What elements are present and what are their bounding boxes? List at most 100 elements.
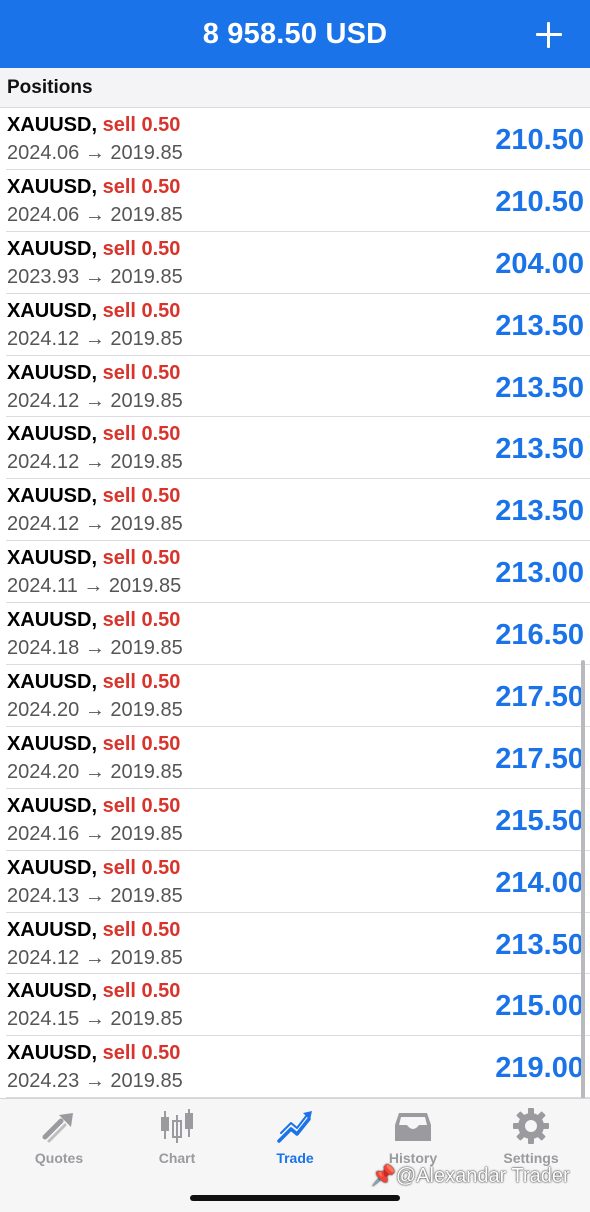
position-profit: 219.00 [495, 1052, 584, 1085]
position-prices: 2024.11 → 2019.85 [7, 575, 182, 598]
candlestick-chart-icon [161, 1109, 193, 1143]
position-side: sell 0.50 [102, 547, 181, 570]
position-side: sell 0.50 [102, 175, 181, 198]
positions-section-header: Positions [0, 68, 590, 108]
position-row[interactable]: XAUUSD, sell 0.50 2023.93 → 2019.85 204.00 [6, 232, 590, 294]
section-title: Positions [7, 76, 93, 98]
position-profit: 210.50 [495, 185, 584, 218]
position-row[interactable]: XAUUSD, sell 0.50 2024.06 → 2019.85 210.50 [6, 108, 590, 170]
position-symbol: XAUUSD, [7, 299, 98, 322]
position-title: XAUUSD, sell 0.50 [7, 733, 180, 755]
tab-label-quotes: Quotes [34, 1150, 84, 1166]
position-row[interactable]: XAUUSD, sell 0.50 2024.12 → 2019.85 213.50 [6, 417, 590, 480]
position-symbol: XAUUSD, [7, 485, 98, 508]
trade-icon [277, 1111, 312, 1143]
position-symbol: XAUUSD, [7, 732, 98, 755]
position-symbol: XAUUSD, [7, 794, 98, 817]
position-side: sell 0.50 [102, 361, 181, 384]
position-title: XAUUSD, sell 0.50 [7, 1042, 180, 1064]
position-side: sell 0.50 [102, 856, 181, 879]
position-profit: 213.00 [495, 557, 584, 590]
position-title: XAUUSD, sell 0.50 [7, 980, 180, 1002]
position-prices: 2024.06 → 2019.85 [7, 142, 183, 164]
position-row[interactable]: XAUUSD, sell 0.50 2024.20 → 2019.85 217.50 [6, 665, 590, 727]
position-symbol: XAUUSD, [7, 980, 98, 1003]
watermark: 📌@Alexandar Trader [371, 1165, 570, 1187]
position-title: XAUUSD, sell 0.50 [7, 362, 180, 384]
position-side: sell 0.50 [102, 237, 181, 260]
position-row[interactable]: XAUUSD, sell 0.50 2024.12 → 2019.85 213.50 [6, 479, 590, 542]
position-row[interactable]: XAUUSD, sell 0.50 2024.11 → 2019.85 213.00 [6, 541, 590, 604]
position-profit: 217.50 [495, 742, 584, 775]
position-row[interactable]: XAUUSD, sell 0.50 2024.16 → 2019.85 215.50 [6, 789, 590, 851]
position-row[interactable]: XAUUSD, sell 0.50 2024.06 → 2019.85 210.50 [6, 170, 590, 232]
tab-quotes[interactable]: Quotes [0, 1107, 118, 1171]
gear-icon [513, 1108, 549, 1144]
trade-screen: 8 958.50 USD Positions XAUUSD, sell 0.50… [0, 0, 590, 1212]
position-profit: 214.00 [495, 866, 584, 899]
position-title: XAUUSD, sell 0.50 [7, 114, 180, 136]
position-symbol: XAUUSD, [7, 609, 98, 632]
position-row[interactable]: XAUUSD, sell 0.50 2024.12 → 2019.85 213.50 [6, 356, 590, 418]
position-side: sell 0.50 [102, 671, 181, 694]
position-profit: 215.50 [495, 804, 584, 837]
position-profit: 217.50 [495, 681, 584, 714]
plus-icon[interactable] [536, 22, 562, 48]
position-side: sell 0.50 [102, 609, 181, 632]
quotes-icon [42, 1113, 73, 1143]
tab-chart[interactable]: Chart [118, 1107, 236, 1171]
position-side: sell 0.50 [102, 1042, 181, 1065]
position-profit: 213.50 [495, 433, 584, 466]
position-profit: 215.00 [495, 990, 584, 1023]
account-balance: 8 958.50 USD [202, 17, 388, 50]
tab-settings[interactable]: Settings [472, 1107, 590, 1171]
position-symbol: XAUUSD, [7, 671, 98, 694]
position-profit: 213.50 [495, 371, 584, 404]
position-prices: 2024.16 → 2019.85 [7, 822, 183, 845]
tab-trade[interactable]: Trade [236, 1107, 354, 1171]
position-symbol: XAUUSD, [7, 856, 98, 879]
position-symbol: XAUUSD, [7, 918, 98, 941]
position-row[interactable]: XAUUSD, sell 0.50 2024.12 → 2019.85 213.50 [6, 294, 590, 356]
tab-history[interactable]: History [354, 1107, 472, 1171]
position-prices: 2023.93 → 2019.85 [7, 265, 183, 288]
position-title: XAUUSD, sell 0.50 [7, 547, 180, 569]
position-side: sell 0.50 [102, 485, 181, 508]
position-prices: 2024.15 → 2019.85 [7, 1008, 183, 1031]
position-side: sell 0.50 [102, 794, 181, 817]
position-side: sell 0.50 [102, 299, 181, 322]
position-title: XAUUSD, sell 0.50 [7, 795, 180, 817]
position-side: sell 0.50 [102, 732, 181, 755]
position-title: XAUUSD, sell 0.50 [7, 609, 180, 631]
position-prices: 2024.12 → 2019.85 [7, 513, 183, 536]
position-row[interactable]: XAUUSD, sell 0.50 2024.15 → 2019.85 215.00 [6, 974, 590, 1037]
position-prices: 2024.12 → 2019.85 [7, 946, 183, 969]
position-profit: 210.50 [495, 124, 584, 156]
position-symbol: XAUUSD, [7, 237, 98, 260]
position-symbol: XAUUSD, [7, 114, 98, 136]
position-title: XAUUSD, sell 0.50 [7, 671, 180, 693]
position-title: XAUUSD, sell 0.50 [7, 857, 180, 879]
position-symbol: XAUUSD, [7, 361, 98, 384]
scrollbar[interactable] [581, 660, 585, 1100]
position-row[interactable]: XAUUSD, sell 0.50 2024.18 → 2019.85 216.50 [6, 603, 590, 666]
position-side: sell 0.50 [102, 980, 181, 1003]
position-row[interactable]: XAUUSD, sell 0.50 2024.20 → 2019.85 217.50 [6, 727, 590, 789]
home-indicator[interactable] [190, 1195, 400, 1201]
position-prices: 2024.18 → 2019.85 [7, 637, 183, 660]
position-row[interactable]: XAUUSD, sell 0.50 2024.13 → 2019.85 214.00 [6, 851, 590, 913]
position-prices: 2024.20 → 2019.85 [7, 699, 183, 722]
position-title: XAUUSD, sell 0.50 [7, 485, 180, 507]
position-title: XAUUSD, sell 0.50 [7, 300, 180, 322]
position-profit: 216.50 [495, 619, 584, 652]
position-prices: 2024.12 → 2019.85 [7, 327, 183, 350]
position-row[interactable]: XAUUSD, sell 0.50 2024.23 → 2019.85 219.00 [6, 1036, 590, 1099]
position-side: sell 0.50 [102, 114, 181, 136]
position-prices: 2024.20 → 2019.85 [7, 760, 183, 783]
position-profit: 213.50 [495, 495, 584, 528]
position-symbol: XAUUSD, [7, 423, 98, 446]
tab-label-trade: Trade [276, 1150, 314, 1166]
position-row[interactable]: XAUUSD, sell 0.50 2024.12 → 2019.85 213.50 [6, 913, 590, 975]
position-side: sell 0.50 [102, 918, 181, 941]
position-prices: 2024.13 → 2019.85 [7, 884, 183, 907]
